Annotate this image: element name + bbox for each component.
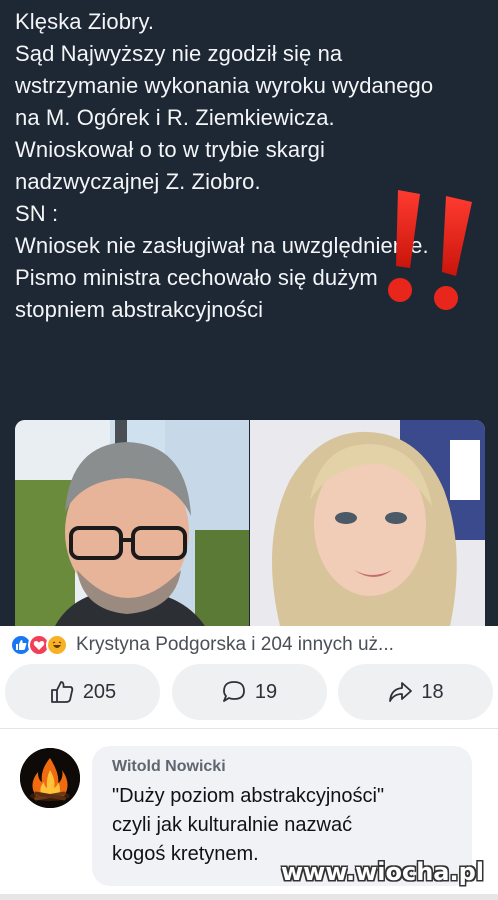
- comment-count: 19: [254, 680, 278, 703]
- divider: [0, 728, 498, 742]
- photo-man: [15, 420, 249, 626]
- share-arrow-icon: [389, 682, 413, 702]
- comment-button[interactable]: 19: [171, 664, 327, 720]
- comment-author[interactable]: Witold Nowicki: [112, 758, 452, 776]
- post-photo[interactable]: [15, 420, 485, 626]
- watermark: www.wiocha.pl: [280, 858, 484, 886]
- double-exclamation-icon: [388, 190, 472, 310]
- haha-icon: [46, 634, 68, 656]
- photo-woman: [250, 420, 485, 626]
- reactions-text: Krystyna Podgorska i 204 innych uż...: [76, 634, 394, 655]
- campfire-icon: [20, 748, 80, 808]
- share-button[interactable]: 18: [338, 664, 493, 720]
- like-count: 205: [82, 680, 117, 703]
- thumbs-up-icon: [50, 681, 74, 703]
- bottom-bar: [0, 894, 498, 900]
- comment-bubble-icon: [222, 681, 245, 702]
- reactions-summary[interactable]: Krystyna Podgorska i 204 innych uż...: [0, 626, 498, 664]
- avatar[interactable]: [20, 748, 80, 808]
- post-text: Klęska Ziobry. Sąd Najwyższy nie zgodził…: [15, 9, 434, 322]
- comment-text: "Duży poziom abstrakcyjności" czyli jak …: [112, 785, 385, 865]
- reaction-icons: [10, 634, 68, 656]
- share-count: 18: [421, 680, 444, 703]
- post-actions: 205 19 18: [0, 664, 498, 728]
- post-background: Klęska Ziobry. Sąd Najwyższy nie zgodził…: [0, 0, 498, 626]
- like-button[interactable]: 205: [5, 664, 160, 720]
